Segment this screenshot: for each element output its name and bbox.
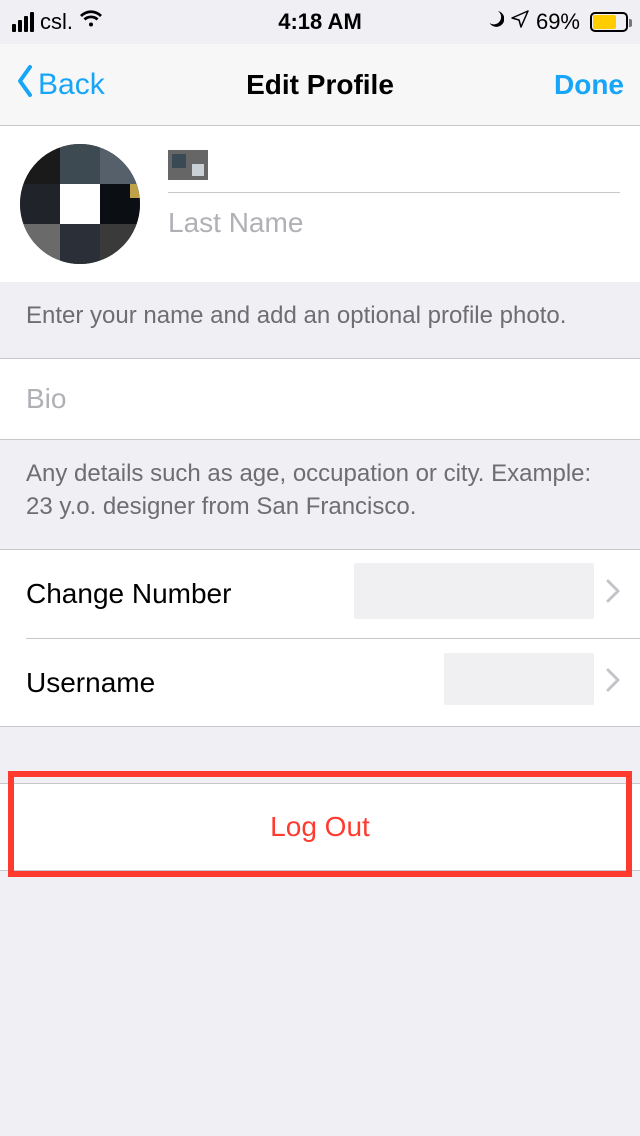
change-number-value [231,563,594,626]
first-name-redacted [168,150,208,180]
battery-pct: 69% [536,9,580,35]
back-button[interactable]: Back [16,64,105,106]
battery-icon [586,12,628,32]
signal-icon [12,12,34,32]
account-list: Change Number Username [0,549,640,727]
location-icon [510,9,530,35]
status-bar: csl. 4:18 AM 69% [0,0,640,44]
name-footer: Enter your name and add an optional prof… [0,282,640,358]
change-number-label: Change Number [26,578,231,610]
logout-button[interactable]: Log Out [0,783,640,871]
bio-footer: Any details such as age, occupation or c… [0,440,640,549]
username-label: Username [26,667,155,699]
name-fields [168,144,620,264]
username-value [155,653,594,712]
change-number-row[interactable]: Change Number [0,550,640,638]
moon-icon [484,9,504,35]
last-name-input[interactable] [168,193,620,253]
chevron-right-icon [606,667,620,699]
bio-input[interactable] [0,359,640,439]
chevron-right-icon [606,578,620,610]
done-button[interactable]: Done [554,69,624,101]
status-time: 4:18 AM [278,9,362,35]
status-left: csl. [12,9,103,35]
avatar[interactable] [20,144,140,264]
name-section [0,126,640,282]
wifi-icon [79,9,103,35]
chevron-left-icon [16,64,36,106]
bio-section [0,358,640,440]
nav-bar: Back Edit Profile Done [0,44,640,126]
carrier-label: csl. [40,9,73,35]
page-title: Edit Profile [246,69,394,101]
username-row[interactable]: Username [26,638,640,726]
back-label: Back [38,68,105,102]
status-right: 69% [484,9,628,35]
